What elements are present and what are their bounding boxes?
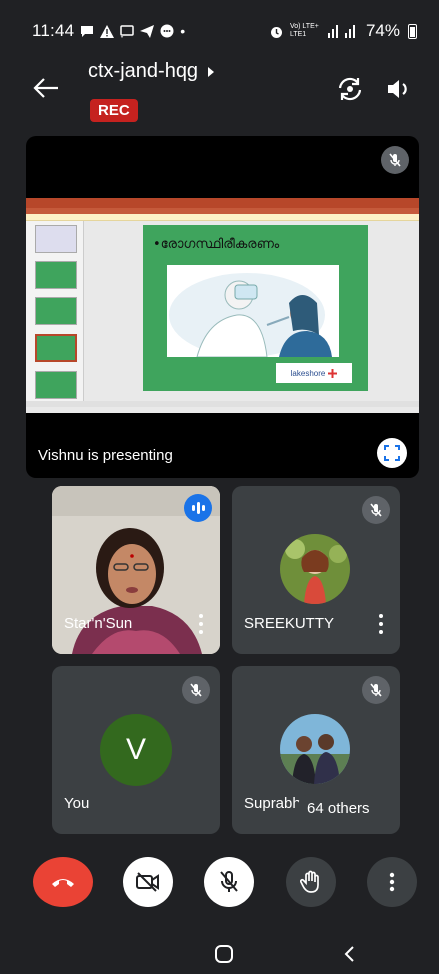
screen-cast-icon xyxy=(120,24,135,37)
mic-off-icon xyxy=(389,153,401,167)
speaking-indicator xyxy=(184,494,212,522)
participant-tile-you[interactable]: V You xyxy=(52,666,220,834)
participant-tile-starnsun[interactable]: Star'n'Sun xyxy=(52,486,220,654)
mic-toggle-button[interactable] xyxy=(204,857,254,907)
mic-off-icon xyxy=(190,683,202,697)
presenting-label: Vishnu is presenting xyxy=(38,447,173,464)
status-bar: 11:44 • Vo) LTE+ LTE1 74% xyxy=(0,0,439,62)
couple-avatar-image xyxy=(280,714,350,784)
swab-test-illustration xyxy=(169,273,332,358)
thumbnail xyxy=(35,261,77,289)
thumbnail-selected xyxy=(35,334,77,362)
alert-icon xyxy=(100,24,115,38)
slide-logo: lakeshore xyxy=(276,363,352,383)
battery-percent: 74% xyxy=(365,21,400,40)
ppt-title-bar xyxy=(26,198,419,208)
flip-camera-icon[interactable] xyxy=(336,76,364,102)
slide-heading: •രോഗസ്ഥിരീകരണം xyxy=(153,237,280,252)
participant-name: SREEKUTTY xyxy=(244,615,335,632)
more-options-icon[interactable] xyxy=(378,614,384,634)
caret-right-icon xyxy=(208,66,215,77)
fullscreen-button[interactable] xyxy=(377,438,407,468)
thumbnail xyxy=(35,225,77,253)
speaker-icon[interactable] xyxy=(385,76,413,102)
nav-home-button[interactable] xyxy=(215,945,233,963)
mic-off-icon xyxy=(370,683,382,697)
slide-illustration xyxy=(167,265,339,358)
fullscreen-icon xyxy=(384,445,400,461)
more-vert-icon xyxy=(389,872,395,892)
meeting-code-text: ctx-jand-hqg xyxy=(88,60,199,82)
presenter-muted-badge xyxy=(381,146,409,174)
end-call-button[interactable] xyxy=(33,857,93,907)
meeting-code[interactable]: ctx-jand-hqg xyxy=(88,60,215,83)
avatar xyxy=(280,714,350,784)
ppt-notice-bar xyxy=(26,214,419,221)
network-label: Vo) LTE+ LTE1 xyxy=(289,23,319,38)
nav-back-icon[interactable] xyxy=(342,945,356,963)
battery-icon xyxy=(408,23,417,39)
thumbnail xyxy=(35,297,77,325)
participant-name: Suprabh xyxy=(244,795,301,812)
plus-logo-icon xyxy=(328,368,338,378)
mic-off-icon xyxy=(370,503,382,517)
slide-logo-text: lakeshore xyxy=(290,368,326,378)
alarm-icon xyxy=(270,26,282,38)
avatar xyxy=(280,534,350,604)
status-left: 11:44 • xyxy=(32,21,185,41)
participant-name: You xyxy=(64,795,90,812)
avatar-initial: V xyxy=(100,714,172,786)
status-time: 11:44 xyxy=(32,21,75,40)
more-options-icon[interactable] xyxy=(198,614,204,634)
others-chip[interactable]: 64 others xyxy=(297,794,380,823)
shared-screen: •രോഗസ്ഥിരീകരണം lakeshore xyxy=(26,198,419,413)
hand-icon xyxy=(300,870,319,893)
muted-badge xyxy=(182,676,210,704)
current-slide: •രോഗസ്ഥിരീകരണം lakeshore xyxy=(143,225,368,391)
signal-icon xyxy=(327,25,355,38)
hang-up-icon xyxy=(52,879,74,887)
doll-avatar-image xyxy=(280,534,350,604)
mic-off-icon xyxy=(220,871,238,892)
presentation-tile[interactable]: •രോഗസ്ഥിരീകരണം lakeshore Vishnu is prese… xyxy=(26,136,419,478)
thumbnail xyxy=(35,371,77,399)
chat-icon xyxy=(160,24,174,38)
ppt-body: •രോഗസ്ഥിരീകരണം lakeshore xyxy=(26,221,419,407)
telegram-icon xyxy=(140,24,155,38)
camera-off-icon xyxy=(136,872,159,892)
muted-badge xyxy=(362,676,390,704)
participant-tile-sreekutty[interactable]: SREEKUTTY xyxy=(232,486,400,654)
ppt-status-bar xyxy=(26,401,419,407)
message-icon xyxy=(81,25,94,37)
slide-thumbnails xyxy=(26,221,84,407)
status-dot: • xyxy=(180,23,186,39)
muted-badge xyxy=(362,496,390,524)
rec-badge: REC xyxy=(90,99,138,122)
participant-name: Star'n'Sun xyxy=(64,615,133,632)
more-options-button[interactable] xyxy=(367,857,417,907)
back-arrow-icon[interactable] xyxy=(32,76,60,100)
raise-hand-button[interactable] xyxy=(286,857,336,907)
status-right: Vo) LTE+ LTE1 74% xyxy=(269,21,417,41)
camera-toggle-button[interactable] xyxy=(123,857,173,907)
